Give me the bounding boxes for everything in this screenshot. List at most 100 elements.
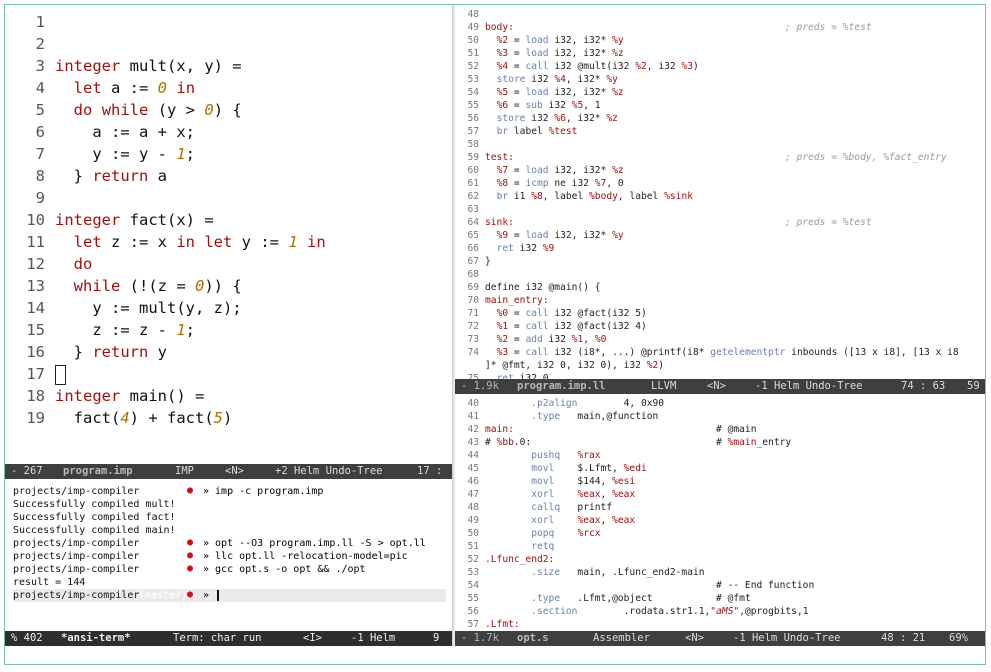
llvm-ir-pane[interactable]: 48 49 body: ; preds = %test 50 %2 = load i32…	[455, 5, 985, 379]
code-line[interactable]: 47 xorl %eax, %eax	[455, 488, 635, 501]
source-line[interactable]: 18 integer main() =	[5, 385, 204, 407]
source-editor-pane[interactable]: 1 2 3 integer mult(x, y) = 4 let a := 0 in 5 …	[5, 5, 452, 464]
code-text: %2 = add i32 %1, %0	[496, 334, 607, 345]
source-code-text: let a := 0 in	[73, 79, 196, 97]
code-line[interactable]: 73 %2 = add i32 %1, %0	[455, 333, 606, 346]
source-line[interactable]: 10 integer fact(x) =	[5, 209, 213, 231]
source-line[interactable]: 13 while (!(z = 0)) {	[5, 275, 241, 297]
source-line[interactable]: 1	[5, 11, 55, 33]
terminal-output-line: result = 144	[13, 577, 86, 588]
llvm-modeline: - 1.9k program.imp.ll LLVM <N> -1 Helm U…	[455, 379, 985, 394]
line-number: 13	[26, 277, 45, 295]
code-line[interactable]: 61 %8 = icmp ne i32 %7, 0	[455, 177, 623, 190]
line-number: 12	[26, 255, 45, 273]
code-line[interactable]: 60 %7 = load i32, i32* %z	[455, 164, 623, 177]
modeline-buffer-name[interactable]: opt.s	[517, 631, 549, 646]
modeline-minor-modes[interactable]: -1 Helm Undo-Tree	[733, 631, 840, 646]
source-line[interactable]: 11 let z := x in let y := 1 in	[5, 231, 325, 253]
source-line[interactable]: 3 integer mult(x, y) =	[5, 55, 242, 77]
code-line[interactable]: 48	[455, 8, 485, 21]
code-line[interactable]: 63	[455, 203, 485, 216]
line-number: 4	[35, 79, 45, 97]
source-line[interactable]: 15 z := z - 1;	[5, 319, 195, 341]
code-comment: ; preds = %body, %fact_entry	[785, 152, 947, 163]
code-line[interactable]: 58	[455, 138, 485, 151]
modeline-minor-modes[interactable]: +2 Helm Undo-Tree	[275, 464, 382, 479]
source-line[interactable]: 4 let a := 0 in	[5, 77, 195, 99]
code-line[interactable]: 49 xorl %eax, %eax	[455, 514, 635, 527]
code-line[interactable]: ]* @fmt, i32 0, i32 0), i32 %2)	[455, 359, 664, 372]
source-line[interactable]: 7 y := y - 1;	[5, 143, 195, 165]
code-text: popq %rcx	[531, 528, 601, 539]
source-line[interactable]: 16 } return y	[5, 341, 167, 363]
code-line[interactable]: 62 br i1 %8, label %body, label %sink	[455, 190, 693, 203]
modeline-major-mode[interactable]: LLVM	[651, 379, 676, 394]
modeline-buffer-name[interactable]: *ansi-term*	[61, 631, 131, 646]
code-line[interactable]: 40 .p2align 4, 0x90	[455, 397, 664, 410]
code-line[interactable]: 68	[455, 268, 485, 281]
code-line[interactable]: 51 %3 = load i32, i32* %z	[455, 47, 623, 60]
code-text: }	[485, 256, 491, 267]
terminal-pane[interactable]: projects/imp-compiler ● » imp -c program.i…	[5, 481, 452, 631]
code-line[interactable]: 65 %9 = load i32, i32* %y	[455, 229, 623, 242]
code-line[interactable]: 42 main: # @main	[455, 423, 756, 436]
code-line[interactable]: 54 # -- End function	[455, 579, 814, 592]
code-line[interactable]: 55 .type .Lfmt,@object # @fmt	[455, 592, 750, 605]
source-line[interactable]: 19 fact(4) + fact(5)	[5, 407, 232, 429]
code-line[interactable]: 53 .size main, .Lfunc_end2-main	[455, 566, 704, 579]
modeline-buffer-name[interactable]: program.imp.ll	[517, 379, 606, 394]
code-line[interactable]: 56 store i32 %6, i32* %z	[455, 112, 617, 125]
code-line[interactable]: 71 %0 = call i32 @fact(i32 5)	[455, 307, 647, 320]
code-line[interactable]: 50 %2 = load i32, i32* %y	[455, 34, 623, 47]
code-line[interactable]: 57 br label %test	[455, 125, 577, 138]
modeline-minor-modes[interactable]: -1 Helm Undo-Tree	[755, 379, 862, 394]
source-line[interactable]: 14 y := mult(y, z);	[5, 297, 241, 319]
code-line[interactable]: 72 %1 = call i32 @fact(i32 4)	[455, 320, 646, 333]
code-line[interactable]: 46 movl $144, %esi	[455, 475, 635, 488]
terminal-output-line: Successfully compiled main!	[13, 525, 176, 536]
code-line[interactable]: 55 %6 = sub i32 %5, 1	[455, 99, 600, 112]
code-line[interactable]: 52 %4 = call i32 @mult(i32 %2, i32 %3)	[455, 60, 698, 73]
modeline-major-mode[interactable]: IMP	[175, 464, 194, 479]
source-line[interactable]: 8 } return a	[5, 165, 167, 187]
code-line[interactable]: 56 .section .rodata.str1.1,"aMS",@progbi…	[455, 605, 808, 618]
line-number: 55	[467, 593, 479, 604]
modeline-major-mode[interactable]: Assembler	[593, 631, 650, 646]
code-text: .Lfmt:	[485, 619, 520, 630]
source-line[interactable]: 9	[5, 187, 55, 209]
code-line[interactable]: 52 .Lfunc_end2:	[455, 553, 554, 566]
modeline-percent: 59	[967, 380, 980, 392]
source-line[interactable]: 12 do	[5, 253, 92, 275]
code-text: %0 = call i32 @fact(i32 5)	[496, 308, 647, 319]
assembly-pane[interactable]: 40 .p2align 4, 0x90 41 .type main,@functi…	[455, 394, 985, 631]
source-line[interactable]: 6 a := a + x;	[5, 121, 195, 143]
line-number: 41	[467, 411, 479, 422]
code-line[interactable]: 66 ret i32 %9	[455, 242, 554, 255]
code-line[interactable]: 43 # %bb.0: # %main_entry	[455, 436, 791, 449]
code-line[interactable]: 69 define i32 @main() {	[455, 281, 600, 294]
code-line[interactable]: 67}	[455, 255, 491, 268]
source-line[interactable]: 2	[5, 33, 55, 55]
source-code-text: do	[73, 255, 93, 273]
code-line[interactable]: 57 .Lfmt:	[455, 618, 520, 631]
modeline-major-mode[interactable]: Term: char run	[173, 631, 262, 646]
code-line[interactable]: 51 retq	[455, 540, 554, 553]
code-line[interactable]: 49 body: ; preds = %test	[455, 21, 871, 34]
code-line[interactable]: 50 popq %rcx	[455, 527, 601, 540]
code-line[interactable]: 59 test: ; preds = %body, %fact_entry	[455, 151, 946, 164]
code-line[interactable]: 44 pushq %rax	[455, 449, 600, 462]
source-line[interactable]: 17	[5, 363, 55, 385]
code-line[interactable]: 64 sink: ; preds = %test	[455, 216, 871, 229]
code-line[interactable]: 45 movl $.Lfmt, %edi	[455, 462, 646, 475]
code-line[interactable]: 70 main_entry:	[455, 294, 548, 307]
code-line[interactable]: 48 callq printf	[455, 501, 612, 514]
code-line[interactable]: 54 %5 = load i32, i32* %z	[455, 86, 623, 99]
modeline-buffer-name[interactable]: program.imp	[63, 464, 133, 479]
code-line[interactable]: 75 ret i32 0	[455, 372, 548, 379]
code-line[interactable]: 41 .type main,@function	[455, 410, 658, 423]
line-number: 46	[467, 476, 479, 487]
code-line[interactable]: 53 store i32 %4, i32* %y	[455, 73, 617, 86]
source-line[interactable]: 5 do while (y > 0) {	[5, 99, 242, 121]
modeline-minor-modes[interactable]: -1 Helm	[351, 631, 395, 646]
code-line[interactable]: 74 %3 = call i32 (i8*, ...) @printf(i8* …	[455, 346, 958, 359]
